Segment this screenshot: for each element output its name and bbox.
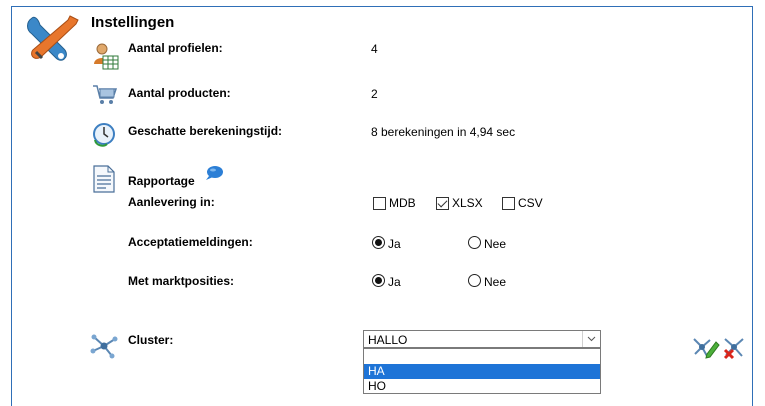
- csv-label: CSV: [518, 196, 543, 210]
- mdb-checkbox[interactable]: [373, 196, 386, 210]
- speech-bubble-icon[interactable]: [205, 165, 223, 181]
- cluster-select[interactable]: HALLO: [363, 330, 601, 348]
- cluster-option-empty[interactable]: [364, 349, 600, 364]
- market-yes-radio[interactable]: [372, 273, 385, 287]
- acceptance-yes-label: Ja: [388, 237, 401, 251]
- cluster-selected-value: HALLO: [368, 333, 408, 347]
- xlsx-checkbox[interactable]: [436, 196, 449, 210]
- page-title: Instellingen: [91, 14, 175, 31]
- cluster-icon: [90, 334, 118, 359]
- edit-cluster-icon[interactable]: [692, 334, 720, 360]
- csv-checkbox[interactable]: [502, 196, 515, 210]
- market-yes-label: Ja: [388, 275, 401, 289]
- products-value: 2: [371, 87, 378, 101]
- shopping-cart-icon: [93, 85, 118, 104]
- cluster-option-ha[interactable]: HA: [364, 364, 600, 379]
- profiles-value: 4: [371, 42, 378, 56]
- mdb-label: MDB: [389, 196, 416, 210]
- report-document-icon: [93, 165, 115, 193]
- products-label: Aantal producten:: [128, 86, 231, 100]
- acceptance-yes-radio[interactable]: [372, 235, 385, 249]
- report-label: Rapportage: [128, 174, 195, 188]
- tools-icon: [27, 15, 79, 61]
- market-label: Met marktposities:: [128, 274, 235, 288]
- acceptance-no-radio[interactable]: [468, 235, 481, 249]
- csv-checkbox-option[interactable]: CSV: [502, 196, 543, 210]
- market-no-option[interactable]: Nee: [468, 271, 506, 289]
- clock-refresh-icon: [93, 123, 115, 147]
- cluster-label: Cluster:: [128, 333, 174, 347]
- user-table-icon: [94, 43, 119, 70]
- delivery-label: Aanlevering in:: [128, 195, 215, 209]
- mdb-checkbox-option[interactable]: MDB: [373, 196, 416, 210]
- xlsx-checkbox-option[interactable]: XLSX: [436, 196, 483, 210]
- calc-time-value: 8 berekeningen in 4,94 sec: [371, 125, 516, 139]
- calc-time-label: Geschatte berekeningstijd:: [128, 124, 283, 138]
- acceptance-no-label: Nee: [484, 237, 507, 251]
- acceptance-label: Acceptatiemeldingen:: [128, 235, 253, 249]
- acceptance-yes-option[interactable]: Ja: [372, 233, 401, 251]
- chevron-down-icon[interactable]: [582, 331, 600, 347]
- cluster-dropdown-list: HA HO: [363, 348, 601, 394]
- profiles-label: Aantal profielen:: [128, 41, 223, 55]
- market-no-label: Nee: [484, 275, 507, 289]
- xlsx-label: XLSX: [452, 196, 483, 210]
- delete-cluster-icon[interactable]: [722, 334, 750, 360]
- market-yes-option[interactable]: Ja: [372, 271, 401, 289]
- cluster-option-ho[interactable]: HO: [364, 379, 600, 394]
- market-no-radio[interactable]: [468, 273, 481, 287]
- acceptance-no-option[interactable]: Nee: [468, 233, 506, 251]
